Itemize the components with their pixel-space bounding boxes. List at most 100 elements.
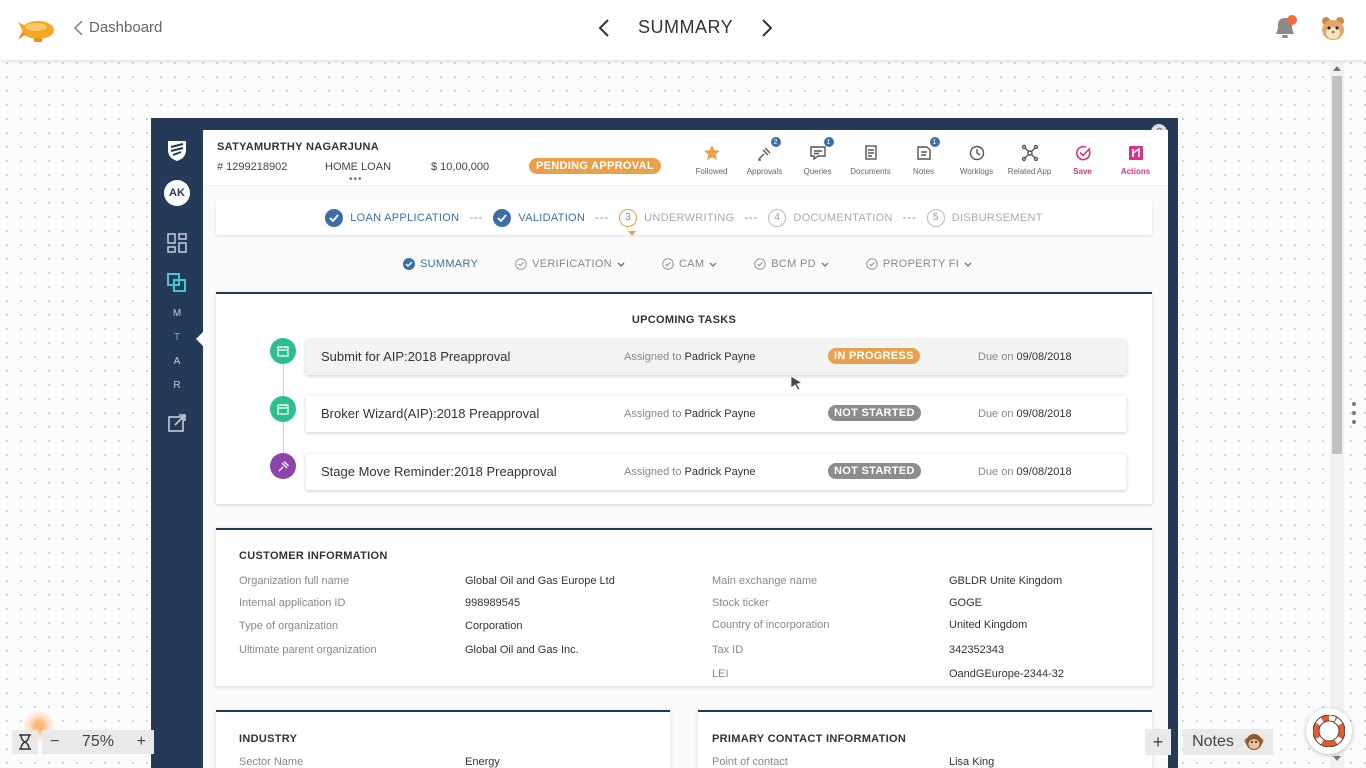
task-row[interactable]: Broker Wizard(AIP):2018 Preapproval Assi…	[306, 396, 1126, 432]
save-label: Save	[1073, 167, 1092, 176]
check-circle-icon	[1074, 142, 1092, 164]
sidebar-letter-t[interactable]: T	[174, 332, 180, 343]
user-initials-avatar[interactable]: AK	[164, 180, 190, 206]
chevron-left-icon	[598, 18, 609, 37]
due-date: 09/08/2018	[1016, 466, 1072, 478]
add-button[interactable]: +	[1145, 729, 1171, 755]
check-circle-outline-icon	[662, 258, 674, 270]
task-row[interactable]: Submit for AIP:2018 Preapproval Assigned…	[306, 339, 1126, 375]
sidebar-letter-a[interactable]: A	[174, 356, 181, 367]
more-details-icon[interactable]: •••	[349, 174, 363, 185]
notification-bell-icon[interactable]	[1272, 14, 1298, 47]
check-circle-outline-icon	[866, 258, 878, 270]
field-label: Type of organization	[239, 620, 339, 632]
check-circle-outline-icon	[754, 258, 767, 270]
field-value: OandGEurope-2344-32	[949, 668, 1064, 680]
tab-summary[interactable]: SUMMARY	[403, 258, 478, 270]
field-value: Global Oil and Gas Inc.	[465, 644, 579, 656]
field-value: Lisa King	[949, 756, 995, 768]
tab-bcm-pd[interactable]: BCM PD	[754, 258, 829, 270]
step-documentation[interactable]: 4 DOCUMENTATION	[768, 208, 892, 227]
step-loan-application[interactable]: LOAN APPLICATION	[325, 208, 459, 227]
sub-tabs: SUMMARY VERIFICATION CAM BCM PD PROPERTY…	[403, 258, 1009, 270]
back-to-dashboard-link[interactable]: Dashboard	[74, 19, 162, 36]
step-label: VALIDATION	[518, 211, 586, 224]
chevron-down-icon	[709, 262, 717, 267]
zoom-controls: − 75% +	[12, 730, 154, 754]
tab-label: VERIFICATION	[532, 258, 612, 270]
documents-button[interactable]: Documents	[844, 142, 897, 176]
task-name: Broker Wizard(AIP):2018 Preapproval	[321, 406, 540, 421]
queries-button[interactable]: 1 Queries	[791, 137, 844, 176]
chevron-down-icon	[617, 262, 625, 267]
field-value: Energy	[465, 756, 500, 768]
shield-logo-icon[interactable]	[151, 138, 203, 162]
prev-page-button[interactable]	[598, 18, 610, 38]
hourglass-icon[interactable]	[12, 730, 38, 754]
step-label: UNDERWRITING	[644, 211, 735, 224]
followed-button[interactable]: Followed	[685, 142, 738, 176]
chevron-left-icon	[74, 19, 83, 36]
actions-icon	[1128, 142, 1144, 164]
page-title: SUMMARY	[638, 17, 734, 37]
customer-name: SATYAMURTHY NAGARJUNA	[217, 141, 379, 153]
side-panel-handle-icon[interactable]	[1352, 402, 1356, 424]
field-value: 342352343	[949, 644, 1005, 656]
zoom-out-button[interactable]: −	[50, 733, 59, 751]
field-label: Point of contact	[712, 756, 788, 768]
mouse-cursor-icon	[790, 375, 804, 391]
help-lifebuoy-icon[interactable]	[1306, 708, 1352, 754]
airship-logo-icon[interactable]	[18, 14, 58, 51]
step-validation[interactable]: VALIDATION	[493, 208, 586, 227]
tab-cam[interactable]: CAM	[662, 258, 717, 270]
field-label: Organization full name	[239, 575, 350, 587]
tab-label: SUMMARY	[420, 258, 479, 270]
actions-button[interactable]: Actions	[1109, 142, 1162, 176]
primary-contact-title: PRIMARY CONTACT INFORMATION	[712, 733, 907, 745]
applications-icon[interactable]	[151, 273, 203, 293]
left-sidebar: AK M T A R	[151, 118, 203, 768]
step-separator: ---	[469, 211, 484, 224]
application-number: # 1299218902	[217, 161, 288, 173]
upcoming-tasks-card: UPCOMING TASKS Submit for AIP:2018 Preap…	[216, 292, 1152, 504]
save-button[interactable]: Save	[1056, 142, 1109, 176]
approvals-label: Approvals	[746, 167, 783, 176]
external-link-icon[interactable]	[151, 413, 203, 433]
step-separator: ---	[595, 211, 610, 224]
notes-button[interactable]: 1 Notes	[897, 137, 950, 176]
user-avatar-hamster-icon[interactable]	[1320, 15, 1346, 46]
gavel-icon	[270, 453, 296, 479]
field-value: Corporation	[465, 620, 523, 632]
header-actions: Followed 2 Approvals 1 Queries Documents…	[685, 137, 1162, 176]
step-separator: ---	[902, 211, 917, 224]
worklogs-button[interactable]: Worklogs	[950, 142, 1003, 176]
scroll-down-arrow-icon[interactable]	[1333, 756, 1341, 761]
monkey-icon	[1244, 734, 1264, 750]
sidebar-letter-m[interactable]: M	[173, 308, 181, 319]
history-icon	[968, 142, 986, 164]
stage-stepper: LOAN APPLICATION --- VALIDATION --- 3 UN…	[216, 200, 1152, 235]
field-label: Sector Name	[239, 756, 304, 768]
assigned-label: Assigned to	[624, 351, 682, 363]
scrollbar-thumb[interactable]	[1332, 76, 1342, 454]
related-app-button[interactable]: Related App	[1003, 142, 1056, 176]
step-underwriting[interactable]: 3 UNDERWRITING	[619, 208, 735, 227]
task-row[interactable]: Stage Move Reminder:2018 Preapproval Ass…	[306, 454, 1126, 490]
scroll-up-arrow-icon[interactable]	[1333, 66, 1341, 71]
industry-card: INDUSTRY Sector Name Energy	[216, 710, 670, 768]
tab-verification[interactable]: VERIFICATION	[515, 258, 625, 270]
dashboard-grid-icon[interactable]	[151, 233, 203, 253]
task-status-badge: IN PROGRESS	[828, 348, 920, 364]
customer-information-card: CUSTOMER INFORMATION Organization full n…	[216, 528, 1152, 686]
page-scrollbar[interactable]	[1330, 62, 1344, 768]
step-disbursement[interactable]: 5 DISBURSEMENT	[926, 208, 1043, 227]
field-label: Main exchange name	[712, 575, 818, 587]
zoom-in-button[interactable]: +	[137, 733, 146, 751]
next-page-button[interactable]	[761, 18, 773, 38]
approvals-button[interactable]: 2 Approvals	[738, 137, 791, 176]
field-value: GOGE	[949, 597, 983, 609]
tab-property-fi[interactable]: PROPERTY FI	[866, 258, 972, 270]
sidebar-letter-r[interactable]: R	[173, 380, 180, 391]
notes-button[interactable]: Notes	[1183, 729, 1273, 755]
tasks-title: UPCOMING TASKS	[631, 314, 737, 326]
